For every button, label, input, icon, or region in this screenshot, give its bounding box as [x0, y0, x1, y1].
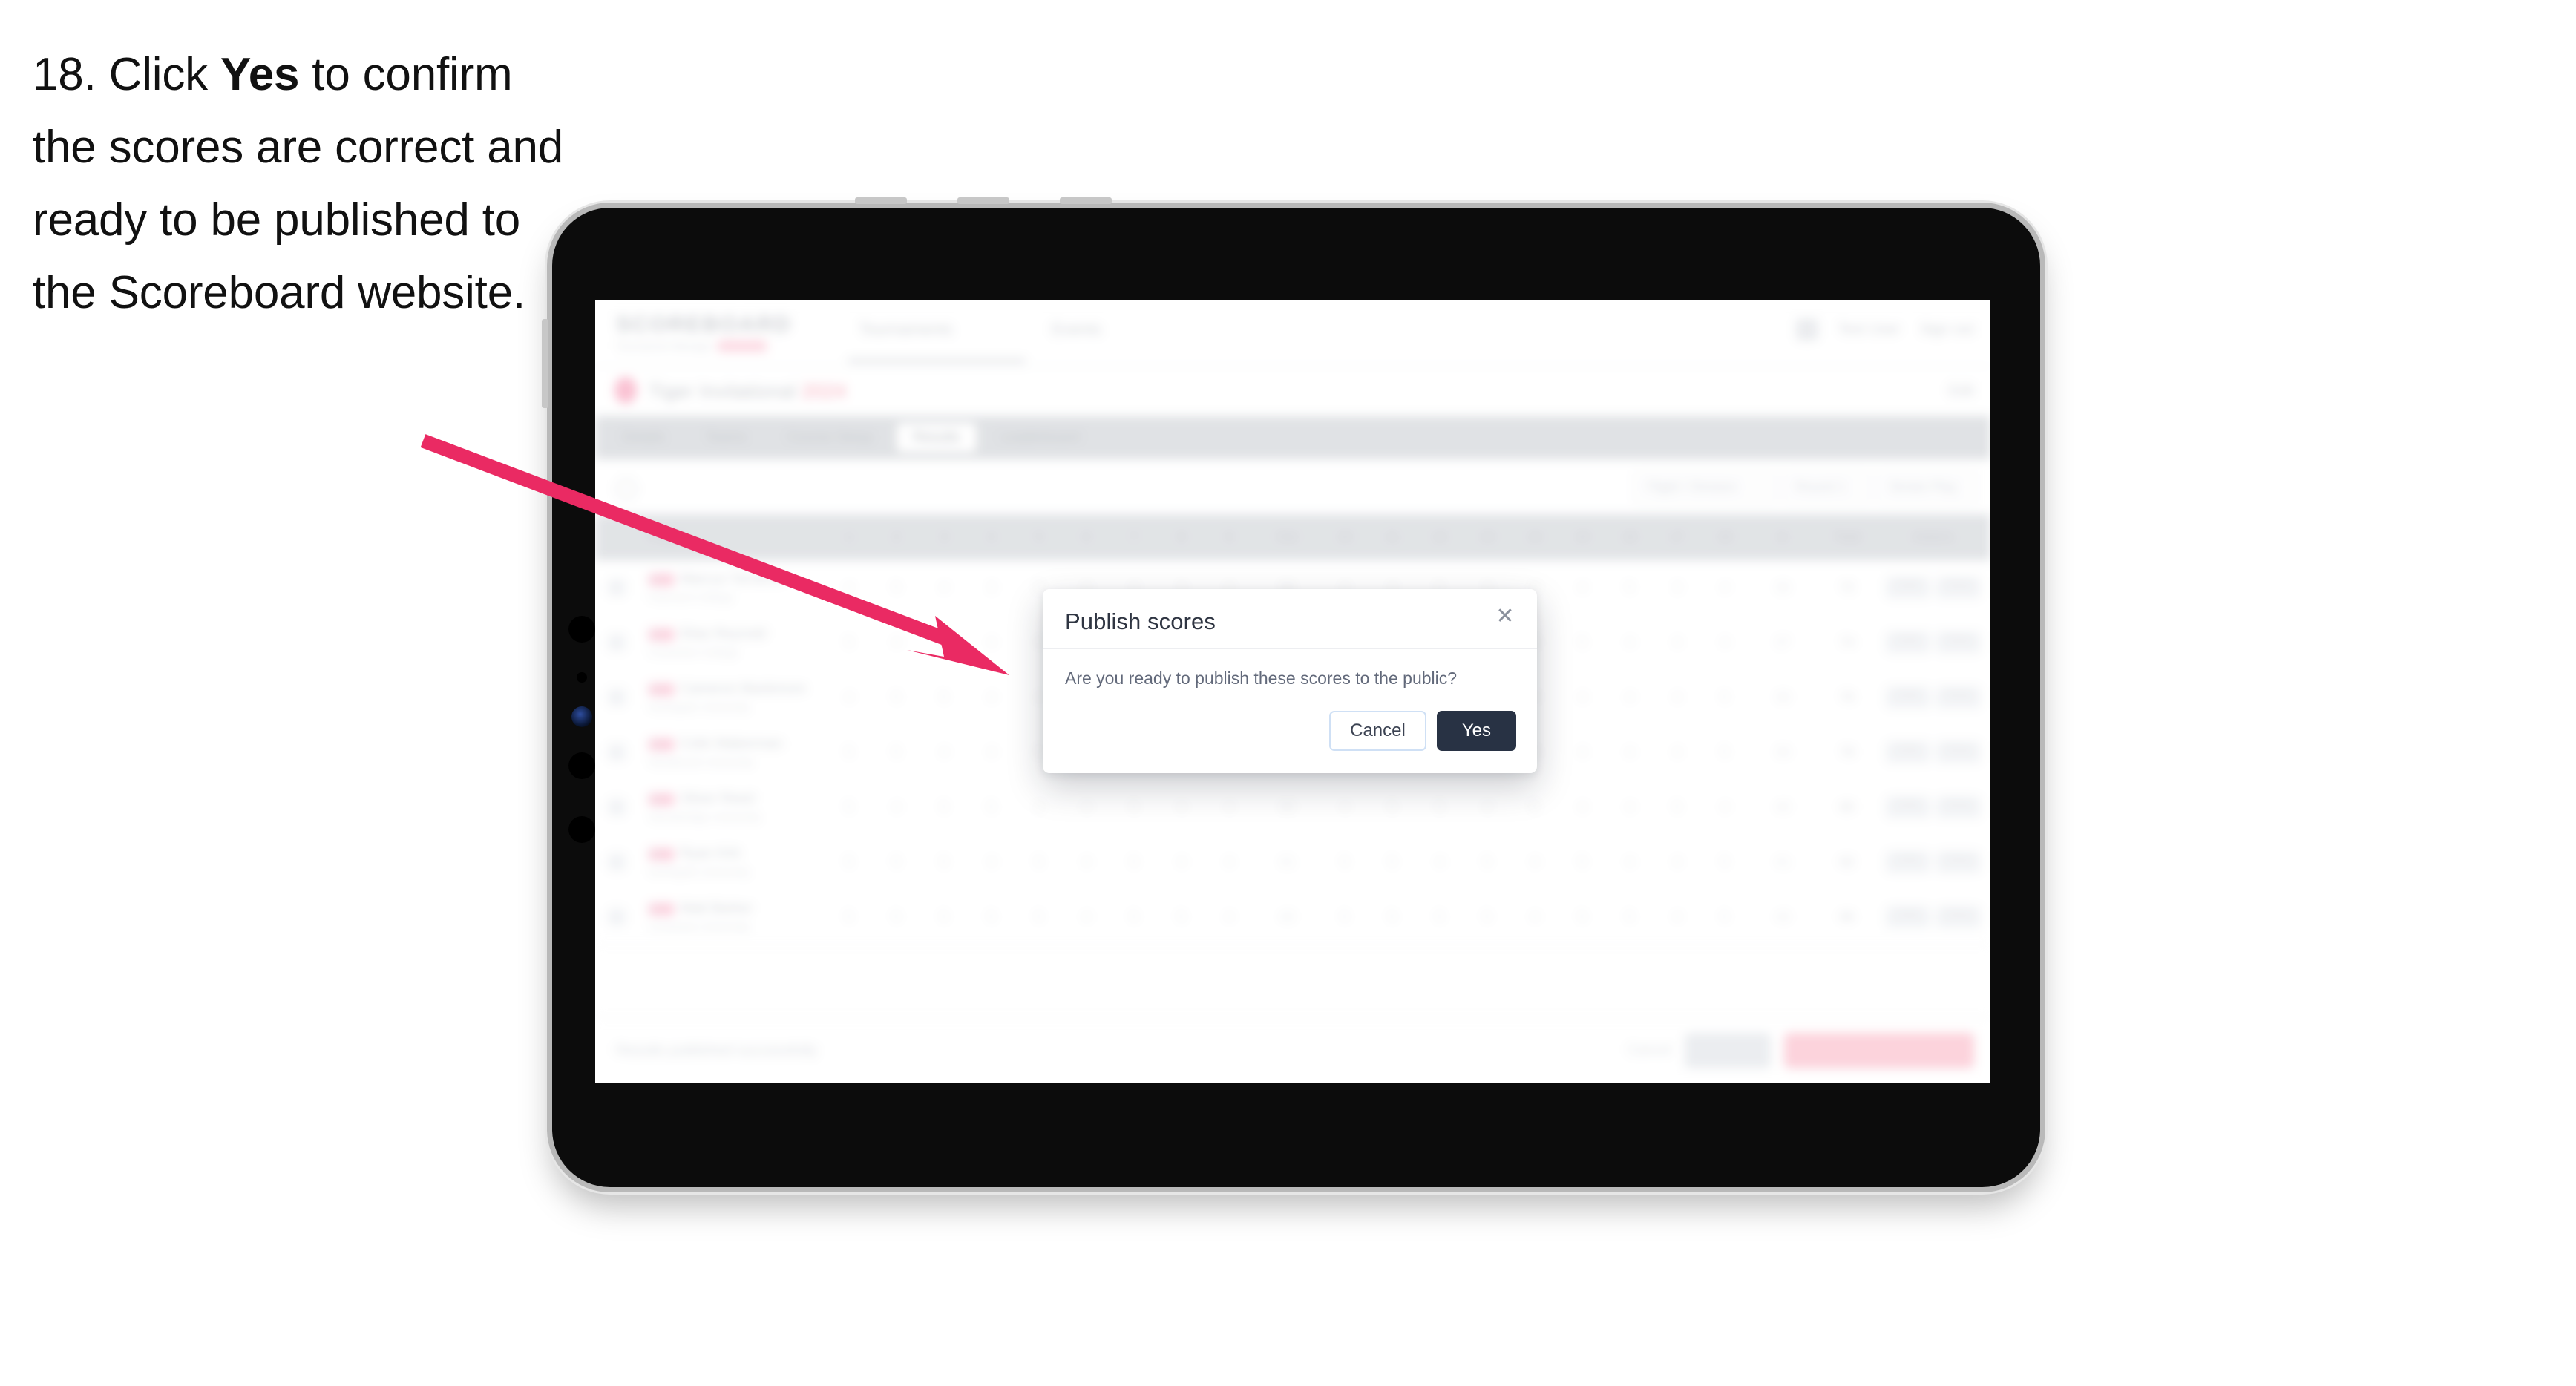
device-top-button-1[interactable]: [855, 197, 907, 204]
cancel-button[interactable]: Cancel: [1329, 711, 1426, 752]
device-power-button[interactable]: [1060, 197, 1112, 204]
step-number: 18.: [33, 49, 96, 100]
dialog-footer: Cancel Yes: [1043, 693, 1537, 773]
device-top-button-2[interactable]: [957, 197, 1009, 204]
tablet-screen: SCOREBOARD Tournament Manager BETA Tourna…: [595, 300, 1990, 1083]
depth-sensor-icon: [568, 752, 595, 779]
instruction-text-before: Click: [96, 49, 220, 100]
dialog-body: Are you ready to publish these scores to…: [1043, 649, 1537, 693]
ir-camera-icon: [568, 816, 595, 843]
dialog-title: Publish scores: [1065, 608, 1216, 634]
instruction-caption: 18. Click Yes to confirm the scores are …: [33, 39, 582, 329]
publish-scores-dialog: Publish scores ✕ Are you ready to publis…: [1043, 589, 1537, 774]
instruction-emphasis: Yes: [220, 49, 300, 100]
close-icon[interactable]: ✕: [1492, 604, 1518, 629]
device-volume-button[interactable]: [542, 319, 548, 408]
dialog-message: Are you ready to publish these scores to…: [1065, 669, 1458, 688]
yes-button[interactable]: Yes: [1436, 711, 1516, 752]
indicator-led-icon: [571, 706, 592, 727]
front-camera-icon: [568, 616, 595, 643]
dialog-header: Publish scores ✕: [1043, 589, 1537, 649]
tablet-device: SCOREBOARD Tournament Manager BETA Tourna…: [542, 197, 2040, 1187]
ambient-sensor-icon: [577, 672, 587, 683]
